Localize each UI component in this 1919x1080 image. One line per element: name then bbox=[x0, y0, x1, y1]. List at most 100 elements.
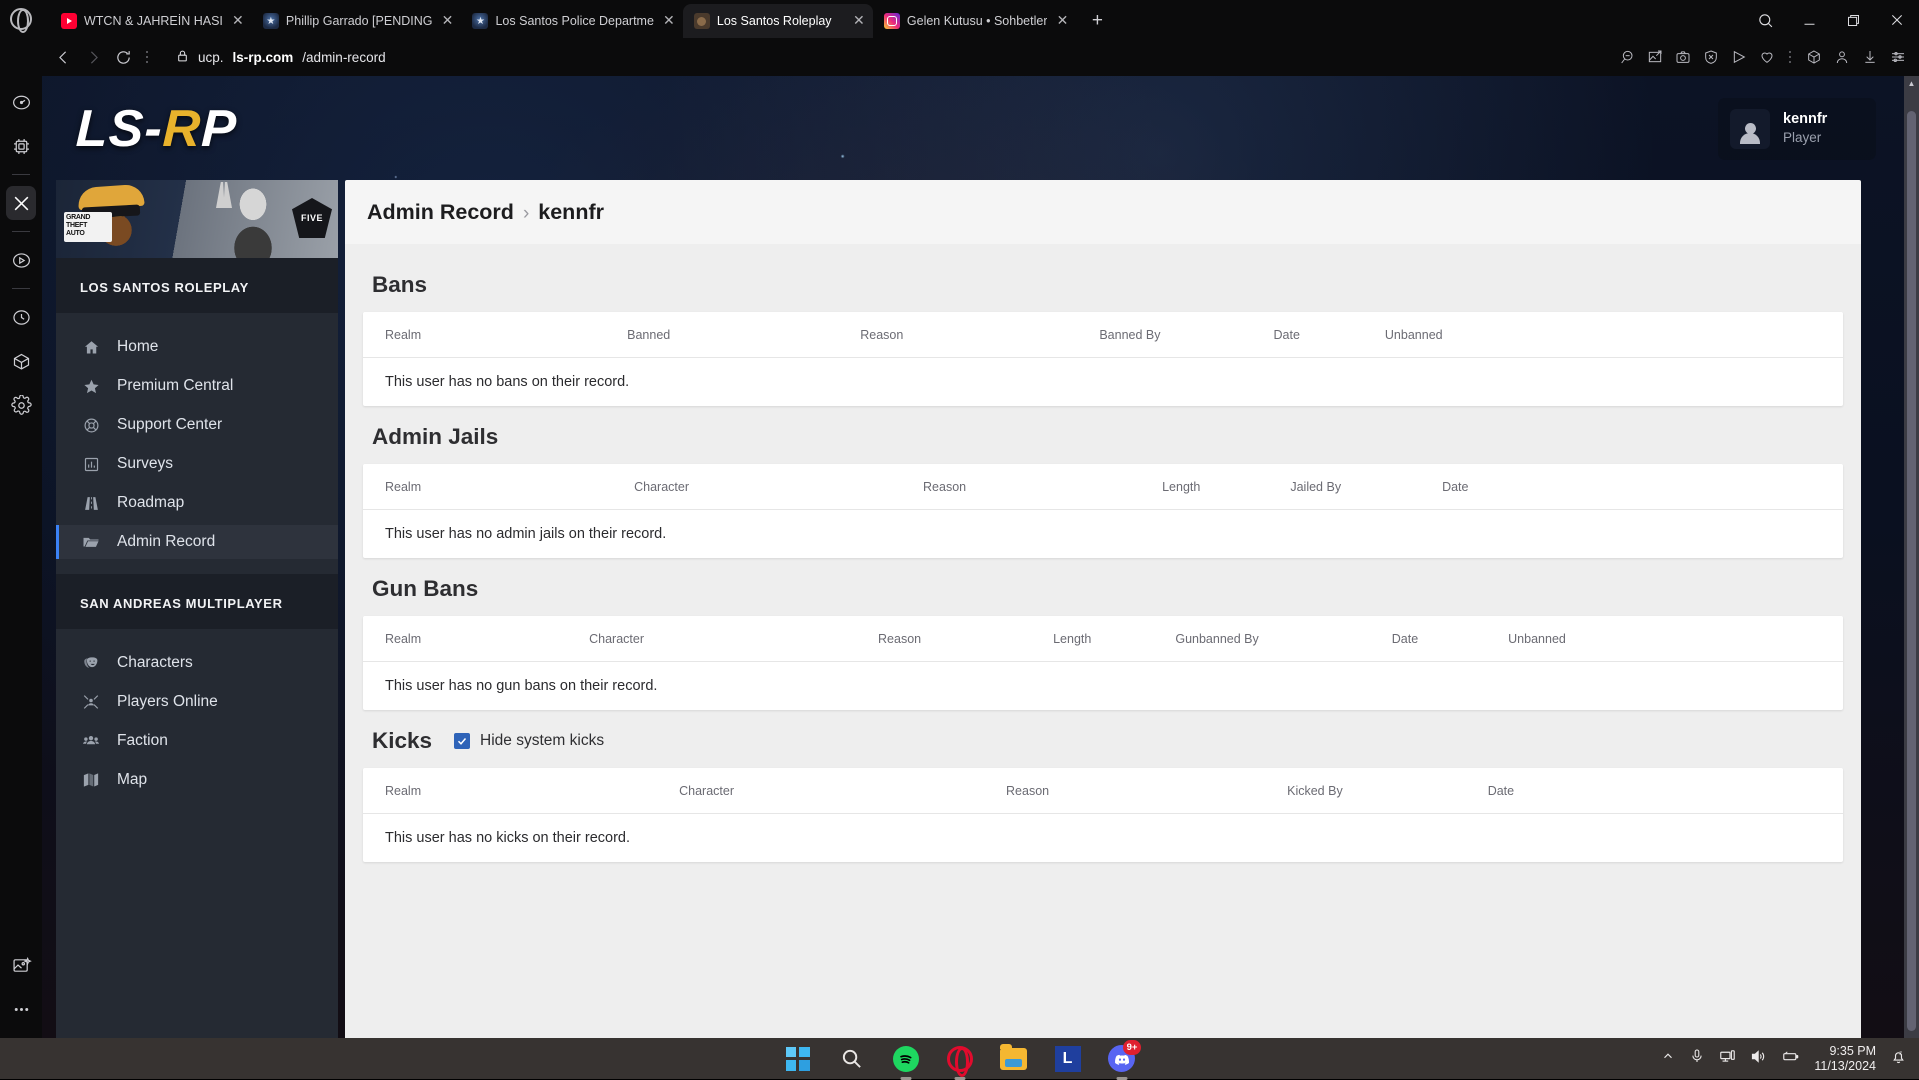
back-icon[interactable] bbox=[48, 42, 78, 72]
column-header-reason: Reason bbox=[923, 480, 966, 494]
taskbar-search[interactable] bbox=[838, 1045, 866, 1073]
profile-icon[interactable] bbox=[1828, 43, 1855, 71]
site-logo[interactable]: LS-RP bbox=[75, 99, 238, 159]
column-header-kicked-by: Kicked By bbox=[1287, 784, 1343, 798]
clock[interactable]: 9:35 PM 11/13/2024 bbox=[1814, 1044, 1876, 1074]
snapshot-icon[interactable] bbox=[1641, 43, 1668, 71]
heart-icon[interactable] bbox=[1753, 43, 1780, 71]
browser-tab[interactable]: Gelen Kutusu • Sohbetler ✕ bbox=[873, 4, 1077, 38]
zoom-out-icon[interactable] bbox=[1613, 43, 1640, 71]
forward-icon[interactable] bbox=[78, 42, 108, 72]
network-icon[interactable] bbox=[1719, 1048, 1736, 1070]
settings-icon[interactable] bbox=[6, 388, 36, 422]
send-icon[interactable] bbox=[1725, 43, 1752, 71]
more-vertical-icon[interactable] bbox=[138, 42, 156, 72]
youtube-icon bbox=[61, 13, 77, 29]
image-edit-icon[interactable] bbox=[6, 948, 36, 982]
column-header-date: Date bbox=[1392, 632, 1418, 646]
sidebar-item-map[interactable]: Map bbox=[56, 763, 338, 797]
opera-logo-icon[interactable] bbox=[10, 8, 32, 30]
instagram-icon bbox=[884, 13, 900, 29]
hide-system-kicks-checkbox[interactable] bbox=[454, 733, 470, 749]
user-menu[interactable]: kennfr Player bbox=[1718, 98, 1876, 160]
system-tray: 9:35 PM 11/13/2024 z bbox=[1661, 1038, 1919, 1079]
column-header-unbanned: Unbanned bbox=[1508, 632, 1566, 646]
logo-part-1: LS- bbox=[75, 100, 164, 158]
browser-tab[interactable]: Los Santos Police Departme ✕ bbox=[461, 4, 682, 38]
speed-dial-icon[interactable] bbox=[6, 85, 36, 119]
dots-icon[interactable] bbox=[1781, 42, 1799, 72]
page-scrollbar[interactable]: ▲ bbox=[1904, 76, 1919, 1038]
five-badge-icon: FIVE bbox=[292, 198, 332, 238]
taskbar-explorer[interactable] bbox=[1000, 1045, 1028, 1073]
search-icon[interactable] bbox=[1743, 4, 1787, 36]
show-hidden-icons[interactable] bbox=[1661, 1049, 1675, 1068]
hide-system-kicks-control[interactable]: Hide system kicks bbox=[454, 732, 604, 750]
breadcrumb-root[interactable]: Admin Record bbox=[367, 200, 514, 224]
sidebar-group-title: SAN ANDREAS MULTIPLAYER bbox=[56, 574, 338, 629]
player-icon[interactable] bbox=[6, 243, 36, 277]
new-tab-button[interactable]: + bbox=[1082, 6, 1112, 36]
taskbar-lapp[interactable]: L bbox=[1054, 1045, 1082, 1073]
column-header-jailed-by: Jailed By bbox=[1290, 480, 1341, 494]
sidebar-item-players-online[interactable]: Players Online bbox=[56, 685, 338, 719]
tab-close-icon[interactable]: ✕ bbox=[230, 13, 246, 29]
start-button[interactable] bbox=[784, 1045, 812, 1073]
browser-tab[interactable]: WTCN & JAHREİN HASI ✕ bbox=[50, 4, 252, 38]
column-header-realm: Realm bbox=[385, 328, 421, 342]
column-header-reason: Reason bbox=[878, 632, 921, 646]
volume-icon[interactable] bbox=[1750, 1048, 1767, 1070]
minimize-icon[interactable] bbox=[1787, 4, 1831, 36]
scroll-up-icon[interactable]: ▲ bbox=[1904, 76, 1919, 91]
battery-icon[interactable] bbox=[1781, 1048, 1800, 1070]
more-dots-icon[interactable] bbox=[6, 992, 36, 1026]
sidebar-item-label: Admin Record bbox=[117, 533, 215, 551]
chart-icon bbox=[80, 456, 102, 473]
players-icon bbox=[80, 693, 102, 711]
scrollbar-thumb[interactable] bbox=[1907, 111, 1916, 1031]
notification-bell-icon[interactable]: z bbox=[1890, 1048, 1907, 1070]
restore-icon[interactable] bbox=[1831, 4, 1875, 36]
tab-close-icon[interactable]: ✕ bbox=[1054, 13, 1070, 29]
tab-title: Los Santos Police Departme bbox=[495, 14, 653, 28]
sidebar-item-label: Surveys bbox=[117, 455, 173, 473]
tab-close-icon[interactable]: ✕ bbox=[661, 13, 677, 29]
close-icon[interactable] bbox=[1875, 4, 1919, 36]
reload-icon[interactable] bbox=[108, 42, 138, 72]
sidebar-item-surveys[interactable]: Surveys bbox=[56, 447, 338, 481]
microphone-icon[interactable] bbox=[1689, 1048, 1705, 1069]
taskbar-opera[interactable] bbox=[946, 1045, 974, 1073]
browser-tab-active[interactable]: Los Santos Roleplay ✕ bbox=[683, 4, 873, 38]
sidebar-item-label: Premium Central bbox=[117, 377, 233, 395]
ai-chip-icon[interactable] bbox=[6, 129, 36, 163]
taskbar-spotify[interactable] bbox=[892, 1045, 920, 1073]
gun-bans-table: Realm Character Reason Length Gunbanned … bbox=[363, 616, 1843, 710]
address-bar[interactable]: ucp.ls-rp.com/admin-record bbox=[162, 43, 1613, 71]
adblock-icon[interactable] bbox=[1697, 43, 1724, 71]
running-indicator bbox=[1116, 1077, 1127, 1080]
cube-icon[interactable] bbox=[1800, 43, 1827, 71]
tab-title: Phillip Garrado [PENDING bbox=[286, 14, 433, 28]
camera-icon[interactable] bbox=[1669, 43, 1696, 71]
lifebuoy-icon bbox=[80, 417, 102, 434]
easy-setup-icon[interactable] bbox=[1884, 43, 1911, 71]
sidebar-item-support-center[interactable]: Support Center bbox=[56, 408, 338, 442]
sidebar-item-premium-central[interactable]: Premium Central bbox=[56, 369, 338, 403]
tab-close-icon[interactable]: ✕ bbox=[851, 13, 867, 29]
downloads-icon[interactable] bbox=[1856, 43, 1883, 71]
sidebar-item-admin-record[interactable]: Admin Record bbox=[56, 525, 338, 559]
cube-icon[interactable] bbox=[6, 344, 36, 378]
tab-close-icon[interactable]: ✕ bbox=[439, 13, 455, 29]
sidebar-item-roadmap[interactable]: Roadmap bbox=[56, 486, 338, 520]
sidebar-item-home[interactable]: Home bbox=[56, 330, 338, 364]
history-icon[interactable] bbox=[6, 300, 36, 334]
taskbar-discord[interactable]: 9+ bbox=[1108, 1045, 1136, 1073]
browser-tab[interactable]: Phillip Garrado [PENDING ✕ bbox=[252, 4, 462, 38]
sidebar-item-characters[interactable]: Characters bbox=[56, 646, 338, 680]
logo-part-2: P bbox=[200, 100, 238, 158]
x-icon[interactable] bbox=[6, 186, 36, 220]
sidebar-item-label: Support Center bbox=[117, 416, 222, 434]
table-header-row: Realm Character Reason Length Jailed By … bbox=[363, 464, 1843, 510]
sidebar-banner-image: GRANDTHEFTAUTO FIVE bbox=[56, 180, 338, 258]
sidebar-item-faction[interactable]: Faction bbox=[56, 724, 338, 758]
